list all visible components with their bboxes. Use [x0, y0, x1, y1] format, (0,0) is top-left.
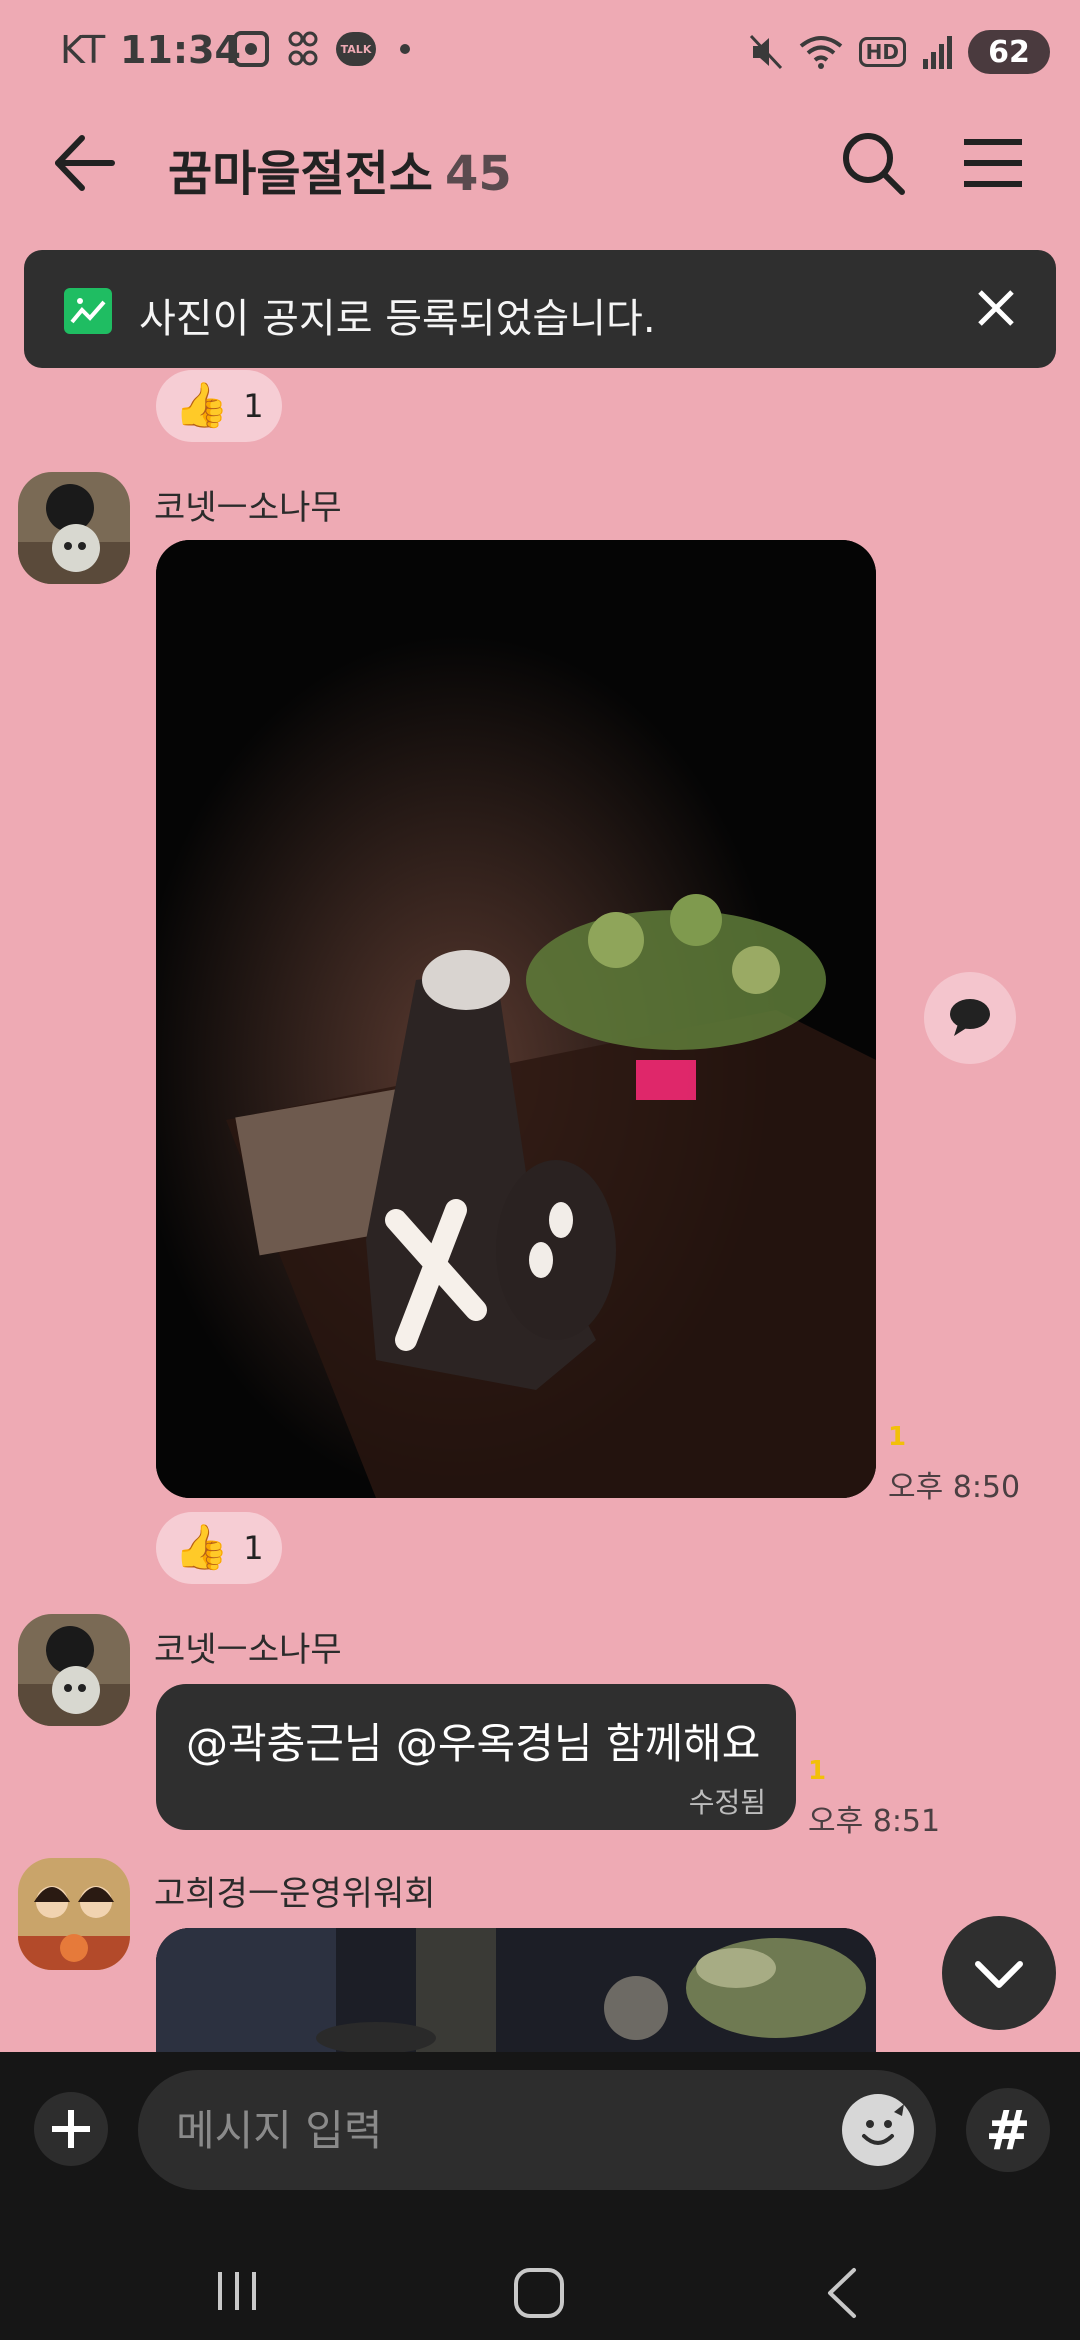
- photo-image: [156, 1928, 876, 2054]
- emoji-button[interactable]: [842, 2094, 914, 2166]
- search-button[interactable]: [838, 128, 908, 198]
- screenshot-icon: [233, 31, 269, 67]
- photo-message[interactable]: [156, 540, 876, 1498]
- thumbs-up-icon: 👍: [174, 380, 230, 431]
- member-count: 45: [444, 146, 512, 202]
- reaction-thumbs-up[interactable]: 👍 1: [156, 1512, 282, 1584]
- unread-count: 1: [888, 1422, 907, 1452]
- reaction-thumbs-up[interactable]: 👍 1: [156, 370, 282, 442]
- mute-icon: [749, 34, 782, 70]
- dot-icon: [400, 44, 410, 54]
- hashtag-icon: #: [985, 2098, 1031, 2162]
- battery-icon: 62: [968, 30, 1050, 74]
- scroll-down-button[interactable]: [942, 1916, 1056, 2030]
- system-nav-bar: [0, 2250, 1080, 2340]
- status-right-icons: HD 62: [749, 30, 1050, 74]
- wifi-icon: [799, 36, 842, 69]
- avatar[interactable]: [18, 472, 130, 584]
- reaction-count: 1: [243, 1529, 264, 1567]
- message-time: 오후 8:50: [888, 1470, 1021, 1505]
- attach-button[interactable]: [34, 2092, 108, 2166]
- status-time: 11:34: [120, 28, 241, 72]
- photo-image: [156, 540, 876, 1498]
- avatar[interactable]: [18, 1858, 130, 1970]
- status-bar: KT 11:34 TALK HD 62: [0, 0, 1080, 100]
- menu-icon: [964, 139, 1022, 187]
- sender-name: 고희경ㅡ운영위워회: [154, 1874, 436, 1914]
- avatar[interactable]: [18, 1614, 130, 1726]
- chat-room-name: 꿈마을절전소: [168, 146, 433, 202]
- reaction-count: 1: [243, 387, 264, 425]
- hd-icon: HD: [858, 37, 906, 67]
- unread-count: 1: [808, 1756, 827, 1786]
- notice-toast[interactable]: 사진이 공지로 등록되었습니다.: [24, 250, 1056, 368]
- chat-title: 꿈마을절전소 45: [168, 134, 512, 204]
- menu-button[interactable]: [958, 128, 1028, 198]
- app-icon: [288, 31, 318, 66]
- chevron-down-icon: [975, 1961, 1023, 1988]
- sender-name: 코넷ㅡ소나무: [154, 1630, 342, 1670]
- signal-icon: [923, 36, 952, 69]
- back-arrow-icon: [55, 135, 115, 191]
- plus-icon: [52, 2110, 90, 2148]
- message-input[interactable]: [138, 2070, 936, 2190]
- back-button[interactable]: [50, 128, 120, 198]
- home-button[interactable]: [512, 2266, 566, 2320]
- search-icon: [843, 133, 905, 195]
- close-icon: [978, 290, 1014, 326]
- photo-notice-icon: [64, 288, 112, 334]
- carrier-label: KT: [60, 28, 106, 72]
- talk-icon: TALK: [336, 32, 376, 66]
- back-nav-button[interactable]: [822, 2266, 862, 2320]
- message-time: 오후 8:51: [808, 1804, 941, 1839]
- notice-close-button[interactable]: [970, 282, 1022, 334]
- status-left-icons: TALK: [232, 30, 410, 68]
- thumbs-up-icon: 👍: [174, 1522, 230, 1573]
- edited-label: 수정됨: [688, 1786, 766, 1819]
- hashtag-button[interactable]: #: [966, 2088, 1050, 2172]
- notice-text: 사진이 공지로 등록되었습니다.: [139, 296, 656, 342]
- text-message-bubble[interactable]: @곽충근님 @우옥경님 함께해요 수정됨: [156, 1684, 796, 1830]
- sender-name: 코넷ㅡ소나무: [154, 488, 342, 528]
- message-input-bar: #: [0, 2052, 1080, 2250]
- reply-button[interactable]: [924, 972, 1016, 1064]
- recent-apps-button[interactable]: [212, 2266, 262, 2316]
- speech-bubble-icon: [950, 999, 990, 1036]
- emoji-icon: [862, 2104, 904, 2145]
- message-text: @곽충근님 @우옥경님 함께해요: [186, 1719, 761, 1768]
